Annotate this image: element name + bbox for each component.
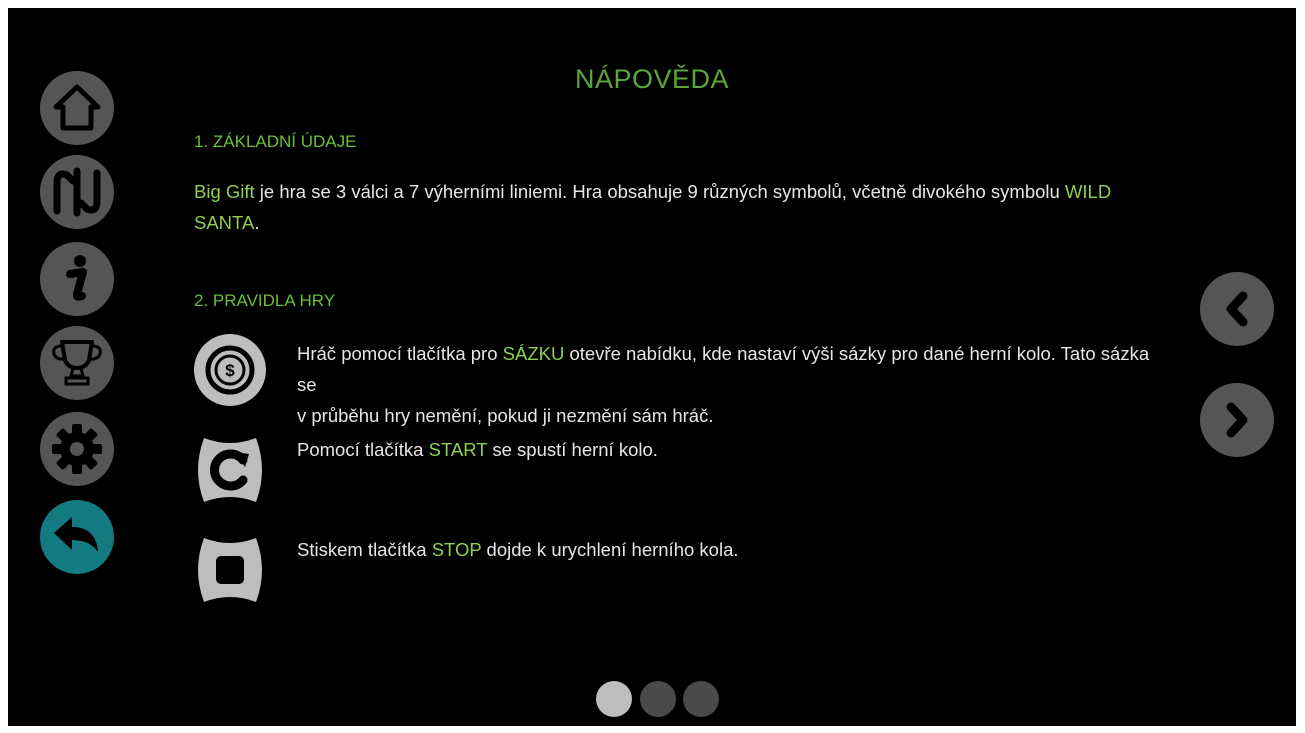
settings-button[interactable] — [40, 412, 114, 486]
start-spin-icon — [198, 438, 262, 502]
paylines-icon — [53, 167, 101, 217]
game-name: Big Gift — [194, 181, 255, 202]
page-dot-2[interactable] — [640, 681, 676, 717]
help-screen: NÁPOVĚDA 1. ZÁKLADNÍ ÚDAJE Big Gift je h… — [8, 8, 1296, 726]
trophy-icon — [52, 340, 102, 386]
bet-keyword: SÁZKU — [502, 343, 565, 364]
page-dot-3[interactable] — [683, 681, 719, 717]
bet-button-illustration: $ — [194, 334, 266, 406]
wild-keyword: WILD — [1064, 181, 1112, 202]
start-keyword: START — [428, 439, 488, 460]
page-dot-1[interactable] — [596, 681, 632, 717]
basic-info-end: . — [254, 212, 260, 233]
info-icon — [66, 255, 87, 301]
trophy-button[interactable] — [40, 326, 114, 400]
bet-coin-icon: $ — [194, 334, 266, 406]
next-page-button[interactable] — [1200, 383, 1274, 457]
previous-page-button[interactable] — [1200, 272, 1274, 346]
basic-info-paragraph: Big Gift je hra se 3 válci a 7 výherními… — [194, 176, 1154, 238]
chevron-right-icon — [1226, 402, 1248, 438]
santa-keyword: SANTA — [194, 212, 255, 233]
back-arrow-icon — [54, 517, 98, 552]
basic-info-text: je hra se 3 válci a 7 výherními liniemi.… — [254, 181, 1065, 202]
section-heading-game-rules: 2. PRAVIDLA HRY — [194, 291, 336, 310]
stop-icon — [198, 538, 262, 602]
rule-bet-text: Hráč pomocí tlačítka pro SÁZKU otevře na… — [297, 343, 1150, 426]
chevron-left-icon — [1226, 291, 1248, 327]
svg-text:$: $ — [225, 361, 235, 380]
page-title: NÁPOVĚDA — [574, 64, 730, 94]
stop-button-illustration — [194, 534, 266, 606]
paylines-button[interactable] — [40, 155, 114, 229]
section-heading-basic-info: 1. ZÁKLADNÍ ÚDAJE — [194, 132, 357, 151]
back-button[interactable] — [40, 500, 114, 574]
gear-icon — [52, 424, 102, 474]
rule-stop-text: Stiskem tlačítka STOP dojde k urychlení … — [297, 539, 739, 560]
info-button[interactable] — [40, 242, 114, 316]
rule-start-text: Pomocí tlačítka START se spustí herní ko… — [297, 439, 658, 460]
start-button-illustration — [194, 434, 266, 506]
stop-keyword: STOP — [431, 539, 482, 560]
